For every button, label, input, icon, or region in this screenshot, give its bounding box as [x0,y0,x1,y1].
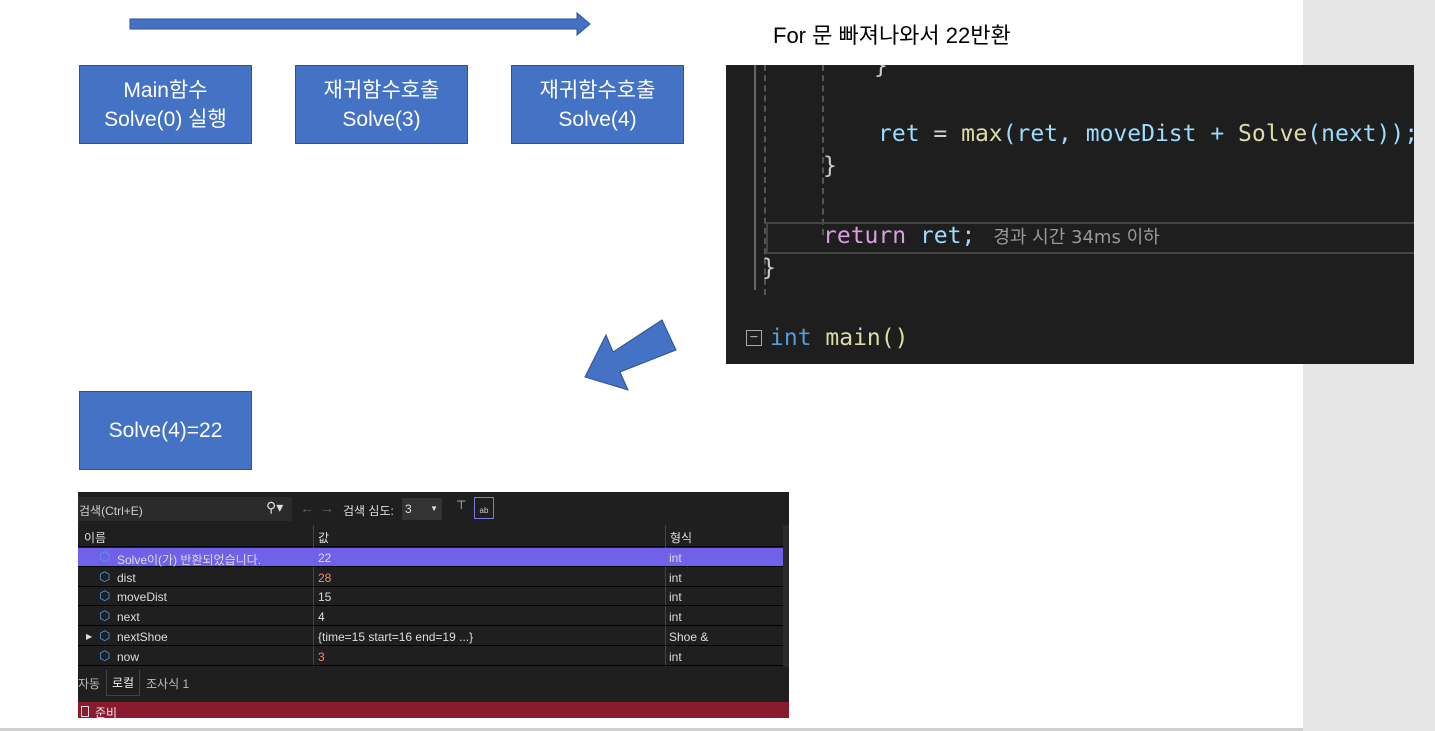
box-text: Solve(0) 실행 [104,107,227,131]
tab-auto[interactable]: 자동 [78,675,100,692]
variable-icon: ⬡ [99,588,111,604]
column-name[interactable]: 이름 [84,529,106,546]
column-type[interactable]: 형식 [670,529,692,546]
status-text: 준비 [95,706,118,720]
code-line-ret: ret = max(ret, moveDist + Solve(next)); [878,121,1414,147]
variable-name: dist [117,570,136,585]
expand-icon[interactable]: ▶ [86,632,92,641]
table-row[interactable]: ⬡ now 3 int [78,647,783,666]
main-solve0-box: Main함수 Solve(0) 실행 [79,65,252,144]
solve4-box: 재귀함수호출 Solve(4) [511,65,684,144]
code-line-main: int main() [770,325,909,351]
code-text: } [874,65,888,79]
box-text: Solve(4) [558,107,637,131]
variable-type: int [669,570,682,585]
search-icon[interactable]: ⚲▾ [266,499,283,516]
variable-icon: ⬡ [99,549,111,564]
solve3-box: 재귀함수호출 Solve(3) [295,65,468,144]
box-text: 재귀함수호출 [323,78,440,102]
box-text: Solve(3) [342,107,421,131]
variable-type: Shoe & [669,629,709,644]
box-text: 재귀함수호출 [539,78,656,102]
code-text: } [762,255,776,281]
variable-icon: ⬡ [99,647,111,663]
box-text: Main함수 [123,78,208,102]
variable-name: Solve이(가) 반환되었습니다. [117,553,262,567]
collapse-icon[interactable]: − [746,330,762,346]
variable-value[interactable]: 15 [318,590,331,604]
variable-name: next [117,610,140,625]
variable-type: int [669,610,682,625]
table-row[interactable]: ⬡ Solve이(가) 반환되었습니다. 22 int [78,548,783,567]
status-bar: 준비 [78,702,789,720]
code-editor-screenshot: } ret = max(ret, moveDist + Solve(next))… [726,65,1414,364]
variable-type: int [669,649,682,664]
pin-icon[interactable]: ⊤ [456,498,466,512]
scrollbar[interactable] [783,525,789,667]
solve4-result-box: Solve(4)=22 [79,391,252,470]
variable-value[interactable]: 22 [318,551,331,565]
back-arrow-icon[interactable]: ← [300,500,314,516]
down-left-arrow [584,319,677,391]
table-row[interactable]: ⬡ next 4 int [78,607,783,627]
table-row[interactable]: ▶ ⬡ nextShoe {time=15 start=16 end=19 ...} S… [78,627,783,646]
column-value[interactable]: 값 [318,529,329,546]
variable-value[interactable]: 28 [318,571,331,585]
variable-type: int [669,590,682,605]
code-text: } [823,153,837,179]
variable-value[interactable]: {time=15 start=16 end=19 ...} [318,630,473,644]
table-row[interactable]: ⬡ moveDist 15 int [78,587,783,607]
variable-value[interactable]: 4 [318,610,325,624]
variable-name: nextShoe [117,629,168,644]
variable-name: now [117,649,140,664]
search-depth-label: 검색 심도: [343,504,394,518]
elapsed-time-hint: 경과 시간 34ms 이하 [993,227,1160,248]
variable-type: int [669,551,682,565]
hex-view-icon[interactable]: ab [474,497,494,519]
column-headers: 이름 값 형식 [78,525,783,547]
variable-icon: ⬡ [99,627,111,643]
forward-arrow-icon[interactable]: → [320,500,334,516]
table-row[interactable]: ⬡ dist 28 int [78,568,783,587]
tab-locals[interactable]: 로컬 [106,670,141,696]
search-input[interactable]: 검색(Ctrl+E) [78,497,292,521]
search-depth-select[interactable]: 3 ▼ [402,498,442,520]
variable-icon: ⬡ [99,568,111,584]
variable-value[interactable]: 3 [318,650,325,664]
box-text: Solve(4)=22 [108,419,223,442]
code-line-return: return ret; 경과 시간 34ms 이하 [823,223,1160,249]
tab-watch-1[interactable]: 조사식 1 [146,675,189,692]
right-arrow [129,11,591,37]
slide-title: For 문 빠져나와서 22반환 [773,23,1011,48]
variable-name: moveDist [117,590,168,605]
locals-window: 검색(Ctrl+E) ⚲▾ ← → 검색 심도: 3 ▼ ⊤ ab 이름 값 형식… [78,492,789,720]
variable-icon: ⬡ [99,608,111,624]
